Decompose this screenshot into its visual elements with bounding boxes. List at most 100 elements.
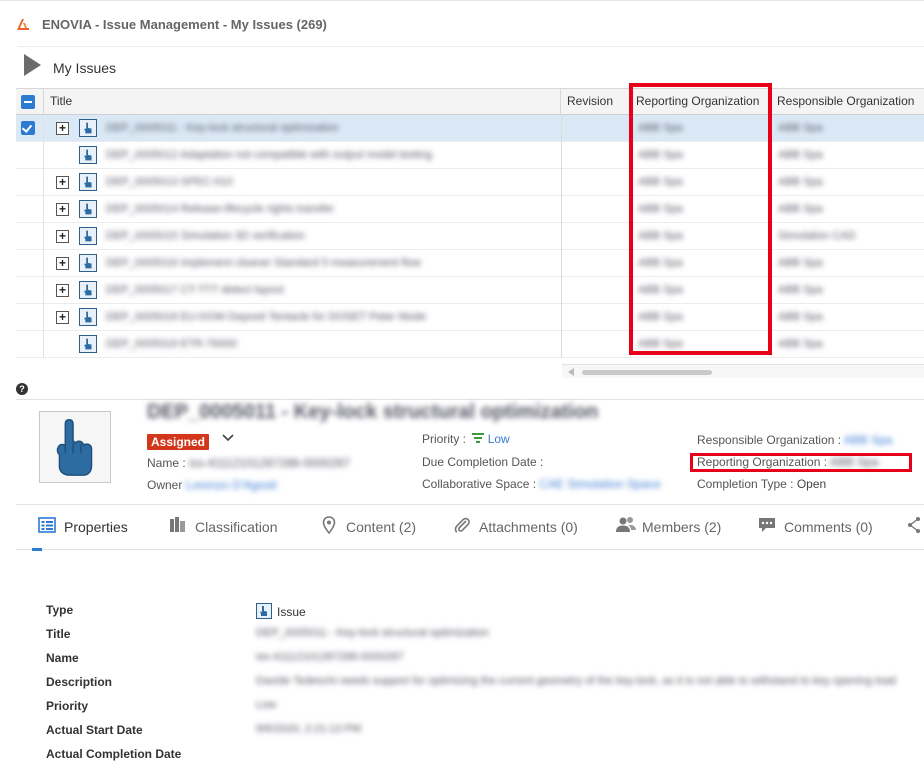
row-checkbox[interactable]: [21, 310, 35, 324]
grid-header: Title Revision Reporting Organization Re…: [16, 88, 924, 116]
row-checkbox[interactable]: [21, 121, 35, 135]
row-checkbox[interactable]: [21, 256, 35, 270]
property-value: Low: [256, 699, 277, 711]
due-date-label: Due Completion Date :: [422, 455, 544, 469]
collaborative-space-link[interactable]: CAE Simulation Space: [539, 477, 660, 491]
expand-icon[interactable]: +: [56, 311, 69, 324]
issues-grid: Title Revision Reporting Organization Re…: [16, 88, 924, 380]
row-revision: [561, 250, 630, 277]
table-row[interactable]: DEP_0005012 Adaptation not compatible wi…: [16, 142, 924, 169]
row-revision: [561, 142, 630, 169]
property-name: Name iss-41112101287288-0000287: [46, 648, 924, 672]
members-icon: [616, 517, 636, 532]
table-row[interactable]: + DEP_0005017 CT-TTT detect layout ABB Spa…: [16, 277, 924, 304]
owner-label: Owner: [147, 478, 183, 492]
row-select-cell[interactable]: [16, 304, 44, 331]
expand-icon[interactable]: +: [56, 203, 69, 216]
row-revision: [561, 223, 630, 250]
property-priority: Priority Low: [46, 696, 924, 720]
row-responsible-organization: ABB Spa: [778, 257, 823, 269]
row-select-cell[interactable]: [16, 331, 44, 358]
row-select-cell[interactable]: [16, 223, 44, 250]
table-row[interactable]: + DEP_0005013 SPEC-010 ABB Spa ABB Spa: [16, 169, 924, 196]
scrollbar-thumb[interactable]: [582, 370, 712, 375]
issue-type-icon: [79, 173, 97, 191]
row-select-cell[interactable]: [16, 169, 44, 196]
column-header-responsible-organization[interactable]: Responsible Organization: [771, 89, 924, 116]
priority-field: Priority : Low: [422, 432, 510, 446]
row-title[interactable]: DEP_0005013 SPEC-010: [106, 176, 233, 188]
row-select-cell[interactable]: [16, 115, 44, 142]
row-responsible-organization: ABB Spa: [778, 338, 823, 350]
issue-hand-icon: [56, 419, 93, 476]
help-icon[interactable]: ?: [16, 383, 28, 395]
name-field: Name : iss-41112101287288-0000287: [147, 456, 350, 470]
row-checkbox[interactable]: [21, 283, 35, 297]
table-row[interactable]: + DEP_0005016 Implement cleaner Standard …: [16, 250, 924, 277]
issue-type-icon: [79, 254, 97, 272]
row-checkbox[interactable]: [21, 148, 35, 162]
row-select-cell[interactable]: [16, 142, 44, 169]
tab-label: Attachments (0): [479, 519, 578, 535]
expand-icon[interactable]: +: [56, 122, 69, 135]
row-checkbox[interactable]: [21, 229, 35, 243]
completion-type-label: Completion Type :: [697, 477, 794, 491]
state-badge[interactable]: Assigned: [147, 434, 210, 450]
expand-icon[interactable]: +: [56, 284, 69, 297]
property-label: Title: [46, 627, 71, 641]
issue-type-icon: [79, 119, 97, 137]
play-icon[interactable]: [24, 54, 41, 76]
chevron-down-icon[interactable]: [222, 432, 234, 444]
row-checkbox[interactable]: [21, 337, 35, 351]
expand-icon[interactable]: +: [56, 257, 69, 270]
row-revision: [561, 196, 630, 223]
row-checkbox[interactable]: [21, 175, 35, 189]
window-titlebar: ENOVIA - Issue Management - My Issues (2…: [0, 0, 924, 47]
scroll-left-icon[interactable]: [568, 368, 574, 376]
row-revision: [561, 331, 630, 358]
expand-icon[interactable]: +: [56, 230, 69, 243]
select-all-checkbox[interactable]: [21, 95, 35, 109]
owner-link[interactable]: Lorenzo D'Agosti: [186, 478, 277, 492]
property-value: DEP_0005011 - Key-lock structural optimi…: [256, 627, 489, 639]
property-label: Description: [46, 675, 113, 689]
property-label: Actual Start Date: [46, 723, 143, 737]
table-row[interactable]: + DEP_0005011 - Key-lock structural optim…: [16, 115, 924, 142]
row-title[interactable]: DEP_0005019 ETR-76000: [106, 338, 237, 350]
completion-type-value: Open: [796, 477, 827, 491]
property-title: Title DEP_0005011 - Key-lock structural …: [46, 624, 924, 648]
table-row[interactable]: + DEP_0005014 Release-lifecycle rights tr…: [16, 196, 924, 223]
horizontal-scrollbar[interactable]: [562, 364, 924, 378]
row-select-cell[interactable]: [16, 250, 44, 277]
select-all-cell[interactable]: [16, 89, 44, 116]
row-title[interactable]: DEP_0005016 Implement cleaner Standard 5…: [106, 257, 421, 269]
row-title[interactable]: DEP_0005011 - Key-lock structural optimi…: [106, 122, 339, 134]
row-title[interactable]: DEP_0005014 Release-lifecycle rights tra…: [106, 203, 334, 215]
paperclip-icon: [454, 517, 470, 533]
priority-value[interactable]: Low: [488, 432, 510, 446]
responsible-organization-link[interactable]: ABB Spa: [844, 433, 893, 447]
row-title[interactable]: DEP_0005017 CT-TTT detect layout: [106, 284, 284, 296]
row-checkbox[interactable]: [21, 202, 35, 216]
table-row[interactable]: DEP_0005019 ETR-76000 ABB Spa ABB Spa: [16, 331, 924, 358]
table-row[interactable]: + DEP_0005018 EU-DOM Deposit Tentacle for…: [16, 304, 924, 331]
responsible-organization-label: Responsible Organization :: [697, 433, 842, 447]
row-select-cell[interactable]: [16, 196, 44, 223]
my-issues-title: My Issues: [53, 60, 117, 76]
tab-label: Classification: [195, 519, 278, 535]
table-row[interactable]: + DEP_0005015 Simulation 3D verification A…: [16, 223, 924, 250]
row-title[interactable]: DEP_0005015 Simulation 3D verification: [106, 230, 305, 242]
row-select-cell[interactable]: [16, 277, 44, 304]
row-responsible-organization: ABB Spa: [778, 122, 823, 134]
column-header-revision[interactable]: Revision: [561, 89, 630, 116]
row-title[interactable]: DEP_0005012 Adaptation not compatible wi…: [106, 149, 432, 161]
property-label: Actual Completion Date: [46, 747, 182, 761]
due-date-field: Due Completion Date :: [422, 455, 543, 469]
column-header-title[interactable]: Title: [44, 89, 561, 116]
expand-icon[interactable]: +: [56, 176, 69, 189]
row-responsible-organization: ABB Spa: [778, 203, 823, 215]
issue-title: DEP_0005011 - Key-lock structural optimi…: [147, 401, 599, 423]
row-title[interactable]: DEP_0005018 EU-DOM Deposit Tentacle for …: [106, 311, 426, 323]
name-value: iss-41112101287288-0000287: [189, 456, 351, 470]
owner-field: Owner Lorenzo D'Agosti: [147, 478, 277, 492]
